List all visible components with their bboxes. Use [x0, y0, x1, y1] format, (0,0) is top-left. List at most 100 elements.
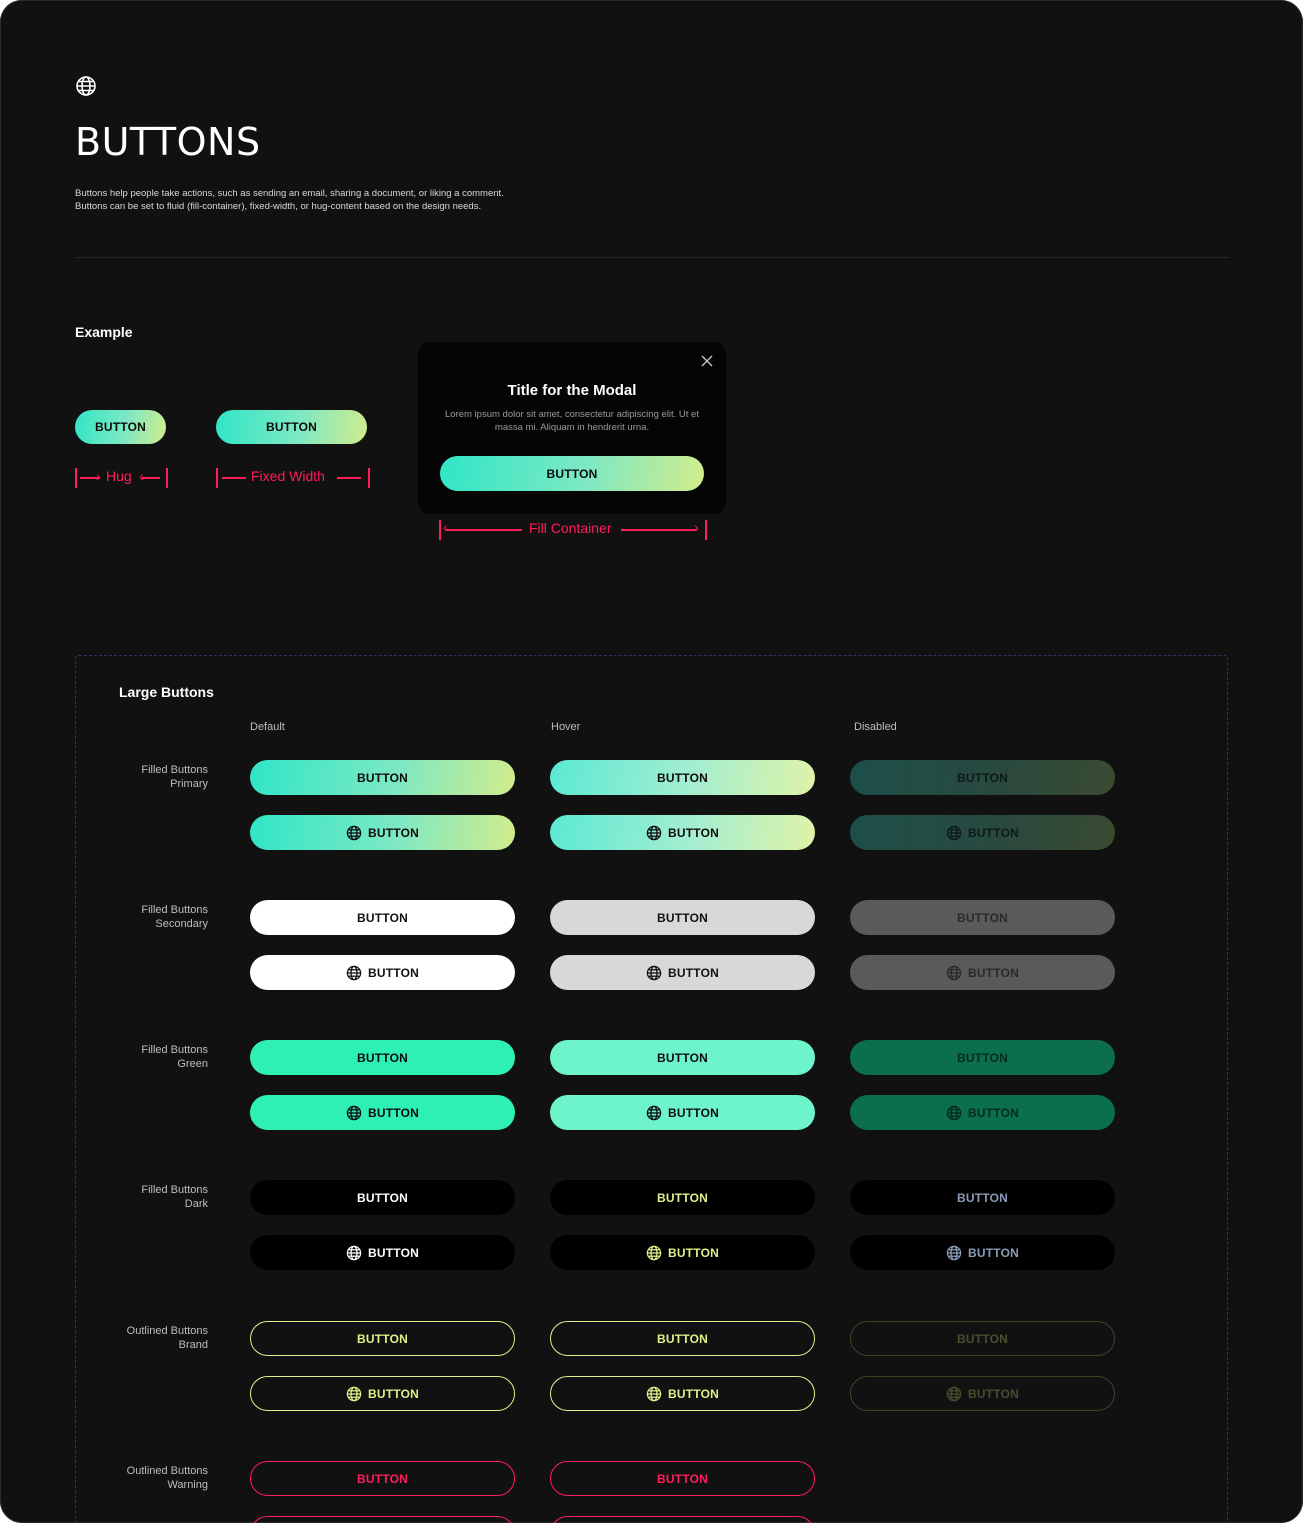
secondary-default-icon-button[interactable]: BUTTON	[250, 955, 515, 990]
secondary-hover-button[interactable]: BUTTON	[550, 900, 815, 935]
row-label-line: Filled Buttons	[141, 764, 208, 776]
globe-icon	[346, 825, 362, 841]
canvas-frame: BUTTONS Buttons help people take actions…	[0, 0, 1303, 1523]
green-default-icon-button[interactable]: BUTTON	[250, 1095, 515, 1130]
brand-default-button[interactable]: BUTTON	[250, 1321, 515, 1356]
secondary-disabled-button[interactable]: BUTTON	[850, 900, 1115, 935]
button-label: BUTTON	[657, 1050, 708, 1065]
brand-disabled-button[interactable]: BUTTON	[850, 1321, 1115, 1356]
globe-icon	[646, 1386, 662, 1402]
primary-disabled-button[interactable]: BUTTON	[850, 760, 1115, 795]
button-label: BUTTON	[968, 1245, 1019, 1260]
row-label-line: Filled Buttons	[141, 1044, 208, 1056]
row-label-line: Brand	[178, 1339, 208, 1351]
globe-icon	[946, 825, 962, 841]
button-label: BUTTON	[357, 910, 408, 925]
button-label: BUTTON	[657, 1190, 708, 1205]
row-label-line: Green	[177, 1058, 208, 1070]
button-label: BUTTON	[657, 910, 708, 925]
dark-hover-button[interactable]: BUTTON	[550, 1180, 815, 1215]
button-label: BUTTON	[368, 1386, 419, 1401]
button-label: BUTTON	[368, 965, 419, 980]
modal-text: Lorem ipsum dolor sit amet, consectetur …	[445, 409, 699, 433]
warning-hover-button[interactable]: BUTTON	[550, 1461, 815, 1496]
dark-hover-icon-button[interactable]: BUTTON	[550, 1235, 815, 1270]
button-label: BUTTON	[957, 1190, 1008, 1205]
hug-example-button[interactable]: BUTTON	[75, 410, 166, 444]
row-label-line: Filled Buttons	[141, 1184, 208, 1196]
button-label: BUTTON	[357, 770, 408, 785]
green-default-button[interactable]: BUTTON	[250, 1040, 515, 1075]
globe-icon	[346, 965, 362, 981]
button-label: BUTTON	[368, 1245, 419, 1260]
column-header-default: Default	[250, 721, 285, 733]
button-label: BUTTON	[657, 770, 708, 785]
dark-default-icon-button[interactable]: BUTTON	[250, 1235, 515, 1270]
column-header-hover: Hover	[551, 721, 581, 733]
row-label-line: Warning	[167, 1479, 208, 1491]
button-label: BUTTON	[968, 965, 1019, 980]
button-label: BUTTON	[357, 1190, 408, 1205]
globe-icon	[346, 1386, 362, 1402]
dark-disabled-icon-button[interactable]: BUTTON	[850, 1235, 1115, 1270]
secondary-disabled-icon-button[interactable]: BUTTON	[850, 955, 1115, 990]
brand-default-icon-button[interactable]: BUTTON	[250, 1376, 515, 1411]
button-label: BUTTON	[357, 1331, 408, 1346]
button-label: BUTTON	[957, 910, 1008, 925]
globe-icon	[346, 1245, 362, 1261]
row-label: Outlined Buttons Brand	[48, 1324, 208, 1352]
green-hover-button[interactable]: BUTTON	[550, 1040, 815, 1075]
example-section-title: Example	[75, 324, 133, 340]
secondary-hover-icon-button[interactable]: BUTTON	[550, 955, 815, 990]
description-line: Buttons help people take actions, such a…	[75, 188, 504, 199]
row-label-line: Primary	[170, 778, 208, 790]
warning-hover-icon-button[interactable]: BUTTON	[550, 1516, 815, 1523]
dark-disabled-button[interactable]: BUTTON	[850, 1180, 1115, 1215]
fill-container-label: Fill Container	[529, 520, 612, 536]
primary-default-icon-button[interactable]: BUTTON	[250, 815, 515, 850]
button-label: BUTTON	[957, 1050, 1008, 1065]
green-disabled-button[interactable]: BUTTON	[850, 1040, 1115, 1075]
row-label: Filled Buttons Secondary	[48, 903, 208, 931]
page-description: Buttons help people take actions, such a…	[75, 187, 504, 213]
divider	[75, 257, 1230, 258]
globe-icon	[75, 75, 97, 97]
button-label: BUTTON	[968, 825, 1019, 840]
row-label-line: Secondary	[155, 918, 208, 930]
secondary-default-button[interactable]: BUTTON	[250, 900, 515, 935]
button-label: BUTTON	[668, 965, 719, 980]
button-label: BUTTON	[957, 770, 1008, 785]
warning-default-icon-button[interactable]: BUTTON	[250, 1516, 515, 1523]
example-modal: Title for the Modal Lorem ipsum dolor si…	[418, 342, 726, 514]
primary-disabled-icon-button[interactable]: BUTTON	[850, 815, 1115, 850]
brand-hover-icon-button[interactable]: BUTTON	[550, 1376, 815, 1411]
button-label: BUTTON	[368, 1105, 419, 1120]
row-label: Filled Buttons Primary	[48, 763, 208, 791]
modal-fill-button[interactable]: BUTTON	[440, 456, 704, 491]
row-label: Filled Buttons Green	[48, 1043, 208, 1071]
button-label: BUTTON	[668, 1105, 719, 1120]
globe-icon	[346, 1105, 362, 1121]
primary-hover-icon-button[interactable]: BUTTON	[550, 815, 815, 850]
brand-disabled-icon-button[interactable]: BUTTON	[850, 1376, 1115, 1411]
close-icon[interactable]	[700, 354, 714, 368]
green-hover-icon-button[interactable]: BUTTON	[550, 1095, 815, 1130]
dark-default-button[interactable]: BUTTON	[250, 1180, 515, 1215]
fixed-width-example-button[interactable]: BUTTON	[216, 410, 367, 444]
row-label-line: Outlined Buttons	[126, 1465, 208, 1477]
globe-icon	[946, 1386, 962, 1402]
globe-icon	[946, 1105, 962, 1121]
warning-default-button[interactable]: BUTTON	[250, 1461, 515, 1496]
globe-icon	[646, 965, 662, 981]
row-label: Filled Buttons Dark	[48, 1183, 208, 1211]
primary-default-button[interactable]: BUTTON	[250, 760, 515, 795]
brand-hover-button[interactable]: BUTTON	[550, 1321, 815, 1356]
green-disabled-icon-button[interactable]: BUTTON	[850, 1095, 1115, 1130]
description-line: Buttons can be set to fluid (fill-contai…	[75, 201, 482, 212]
row-label-line: Filled Buttons	[141, 904, 208, 916]
button-label: BUTTON	[657, 1471, 708, 1486]
globe-icon	[646, 1245, 662, 1261]
fixed-width-label: Fixed Width	[251, 468, 325, 484]
button-label: BUTTON	[657, 1331, 708, 1346]
primary-hover-button[interactable]: BUTTON	[550, 760, 815, 795]
